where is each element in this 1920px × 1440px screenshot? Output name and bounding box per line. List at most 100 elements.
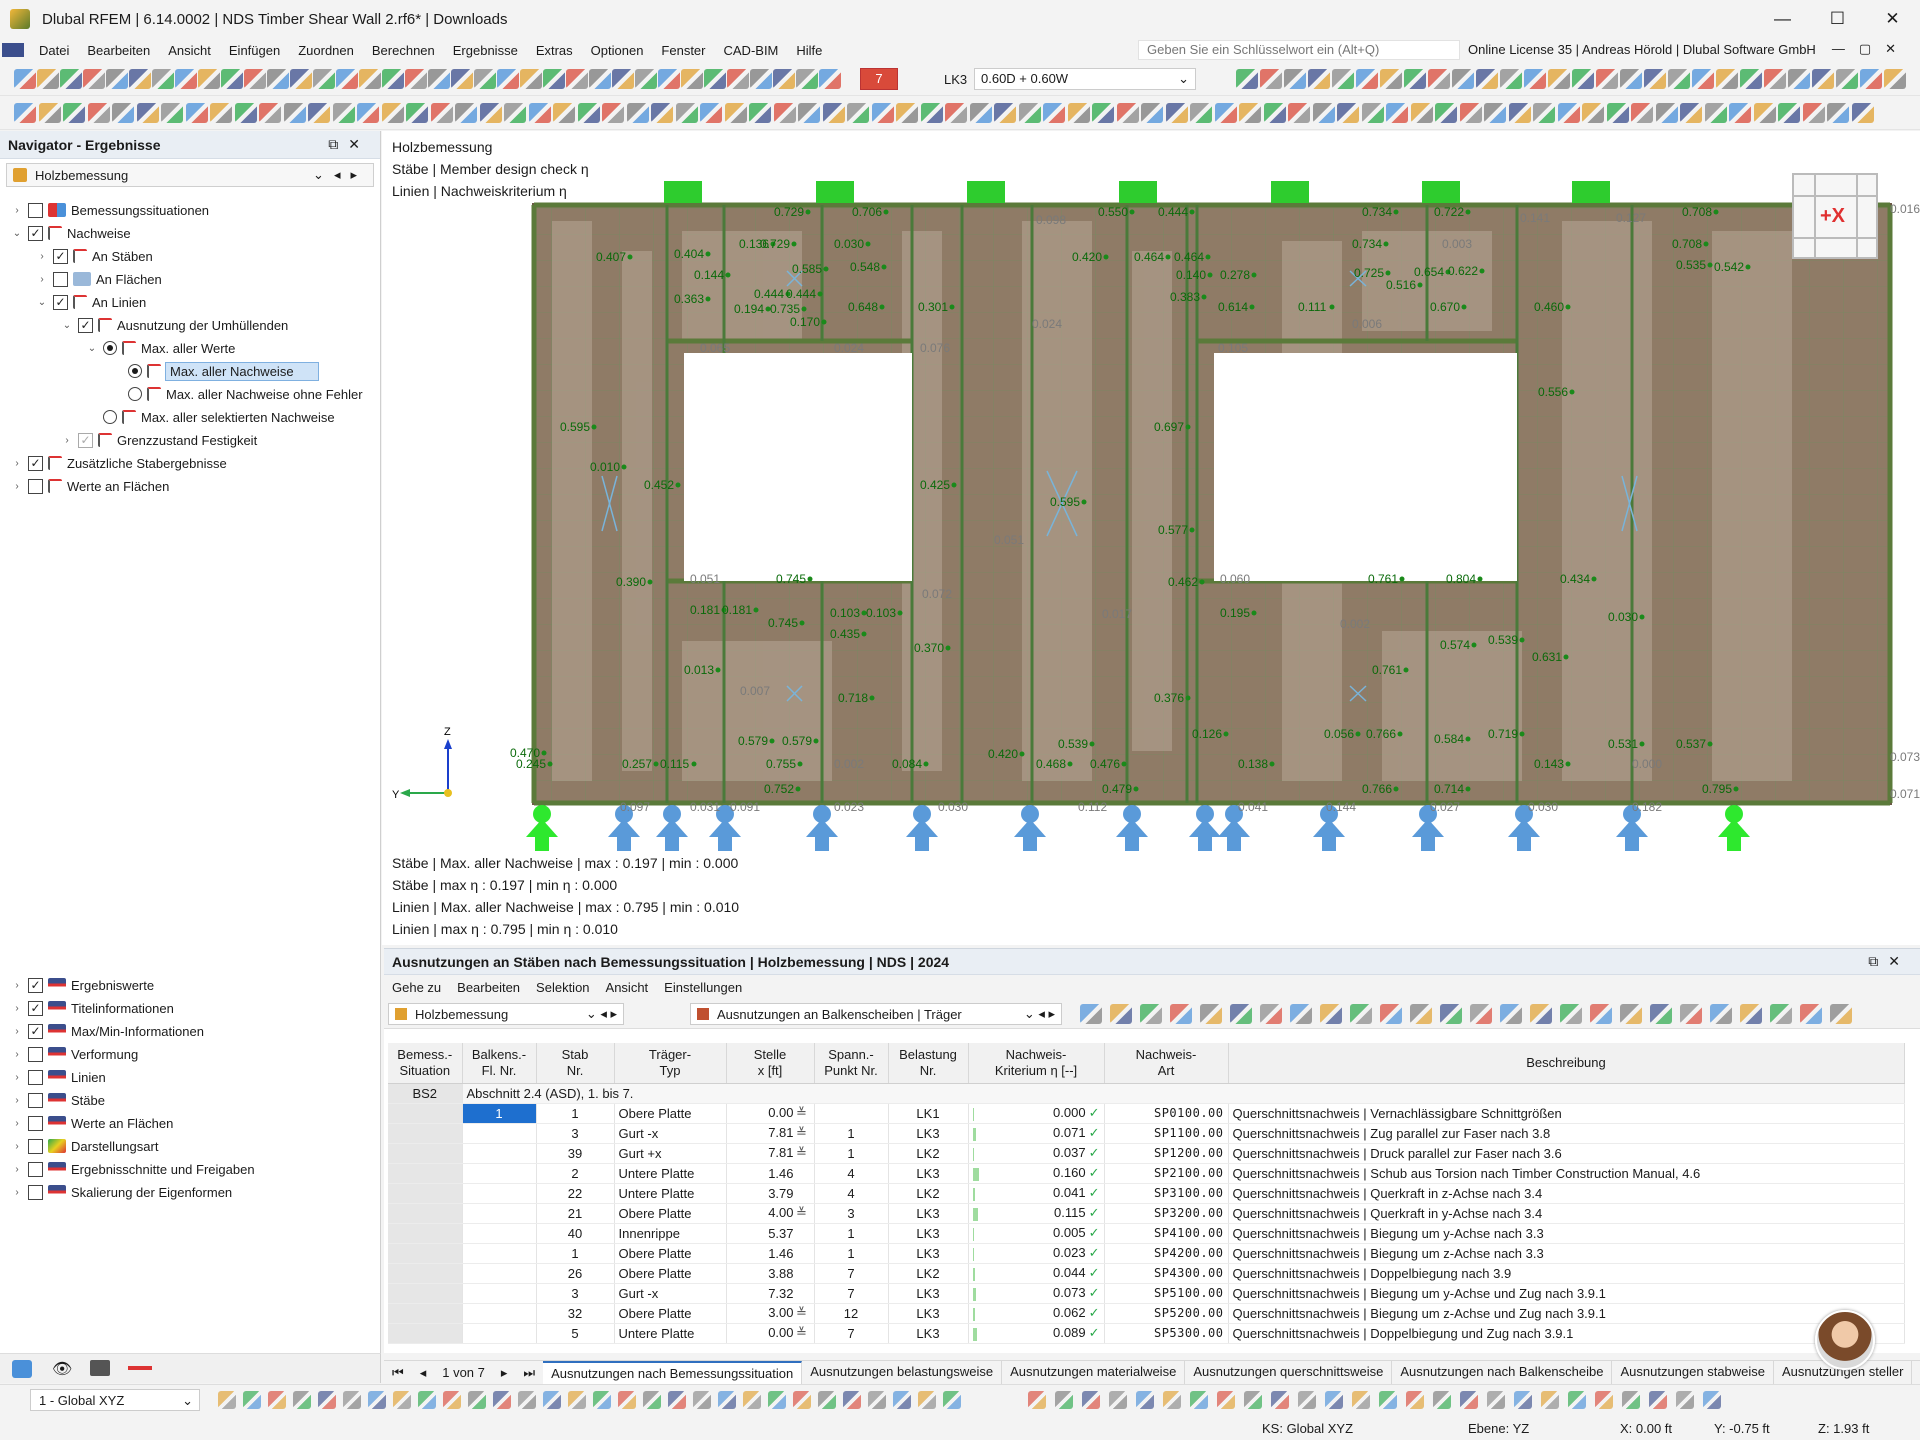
tb2-button-54-icon[interactable]: [1312, 103, 1335, 123]
tb2-button-31-icon[interactable]: [749, 103, 771, 123]
tb2-button-38-icon[interactable]: [920, 103, 943, 123]
stress-point-cell[interactable]: 1: [814, 1223, 889, 1244]
checkbox[interactable]: [28, 478, 43, 494]
location-cell[interactable]: 1.46: [726, 1243, 815, 1264]
tree-item[interactable]: ⌄ ✓ An Linien: [35, 291, 146, 313]
beam-type-cell[interactable]: Gurt +x: [614, 1143, 727, 1164]
criterion-cell[interactable]: 0.115 ✓: [968, 1203, 1105, 1224]
chevron-right-icon[interactable]: ›: [10, 458, 24, 469]
beam-panel-cell[interactable]: [462, 1283, 537, 1304]
tb1-right-button-4-icon[interactable]: [1308, 69, 1330, 89]
tb1-button-12-icon[interactable]: [267, 69, 289, 89]
maximize-button[interactable]: ☐: [1810, 0, 1865, 38]
status-tool-39-icon[interactable]: [1244, 1391, 1262, 1409]
tb2-button-34-icon[interactable]: [822, 103, 845, 123]
table-tool-20-icon[interactable]: [1650, 1004, 1672, 1024]
stress-point-cell[interactable]: 7: [814, 1263, 889, 1284]
checkbox[interactable]: [28, 1138, 43, 1154]
tb2-button-25-icon[interactable]: [602, 103, 624, 123]
stress-point-cell[interactable]: 4: [814, 1183, 889, 1204]
status-tool-26-icon[interactable]: [843, 1391, 861, 1409]
tb1-button-16-icon[interactable]: [359, 69, 381, 89]
stress-point-cell[interactable]: [814, 1103, 889, 1124]
checkbox[interactable]: [53, 271, 68, 287]
table-tool-6-icon[interactable]: [1230, 1004, 1252, 1024]
chevron-right-icon[interactable]: ›: [10, 1164, 24, 1175]
table-row[interactable]: 26 Obere Platte 3.88 7 LK2 0.044 ✓ SP4300.00 Que…: [388, 1263, 1905, 1284]
tb1-button-26-icon[interactable]: [589, 69, 611, 89]
tb2-button-36-icon[interactable]: [871, 103, 894, 123]
tb1-right-button-28-icon[interactable]: [1884, 69, 1906, 89]
menu-datei[interactable]: Datei: [30, 43, 78, 58]
table-tool-4-icon[interactable]: [1170, 1004, 1192, 1024]
stress-point-cell[interactable]: 1: [814, 1243, 889, 1264]
table-type-select[interactable]: Ausnutzungen an Balkenscheiben | Träger ⌄…: [690, 1003, 1062, 1025]
tb2-button-44-icon[interactable]: [1067, 103, 1090, 123]
beam-type-cell[interactable]: Untere Platte: [614, 1163, 727, 1184]
status-tool-52-icon[interactable]: [1595, 1391, 1613, 1409]
stress-point-cell[interactable]: 7: [814, 1323, 889, 1344]
menu-fenster[interactable]: Fenster: [652, 43, 714, 58]
tb2-button-71-icon[interactable]: [1729, 103, 1751, 123]
tb2-button-66-icon[interactable]: [1606, 103, 1629, 123]
combo-nav-arrows[interactable]: ⌄◂▸: [313, 167, 367, 183]
tb1-button-35-icon[interactable]: [796, 69, 818, 89]
tb2-button-69-icon[interactable]: [1680, 103, 1702, 123]
chevron-right-icon[interactable]: ›: [35, 274, 49, 285]
status-tool-54-icon[interactable]: [1649, 1391, 1667, 1409]
status-tool-7-icon[interactable]: [368, 1391, 386, 1409]
beam-type-cell[interactable]: Obere Platte: [614, 1263, 727, 1284]
member-cell[interactable]: 2: [536, 1163, 615, 1184]
tb1-right-button-21-icon[interactable]: [1716, 69, 1738, 89]
radio-button[interactable]: [103, 410, 117, 424]
beam-type-cell[interactable]: Gurt -x: [614, 1283, 727, 1304]
status-tool-13-icon[interactable]: [518, 1391, 536, 1409]
location-cell[interactable]: 3.00 ≚: [726, 1303, 815, 1324]
table-module-select[interactable]: Holzbemessung ⌄ ◂ ▸: [388, 1003, 624, 1025]
tb2-button-62-icon[interactable]: [1508, 103, 1531, 123]
beam-type-cell[interactable]: Obere Platte: [614, 1103, 727, 1124]
location-cell[interactable]: 7.81 ≚: [726, 1143, 815, 1164]
table-tool-13-icon[interactable]: [1440, 1004, 1462, 1024]
criterion-cell[interactable]: 0.071 ✓: [968, 1123, 1105, 1144]
chevron-right-icon[interactable]: ›: [10, 1118, 24, 1129]
checkbox[interactable]: [28, 1092, 43, 1108]
table-tab-1[interactable]: Ausnutzungen nach Bemessungssituation: [543, 1361, 803, 1384]
tb1-right-button-6-icon[interactable]: [1356, 69, 1378, 89]
beam-panel-cell[interactable]: [462, 1243, 537, 1264]
stress-point-cell[interactable]: 7: [814, 1283, 889, 1304]
criterion-cell[interactable]: 0.044 ✓: [968, 1263, 1105, 1284]
table-menu-selektion[interactable]: Selektion: [528, 980, 597, 995]
table-row[interactable]: 3 Gurt -x 7.32 7 LK3 0.073 ✓ SP5100.00 Querschni…: [388, 1283, 1905, 1304]
description-cell[interactable]: Querschnittsnachweis | Zug parallel zur …: [1228, 1123, 1905, 1144]
table-tool-1-icon[interactable]: [1080, 1004, 1102, 1024]
status-tool-45-icon[interactable]: [1406, 1391, 1424, 1409]
chevron-right-icon[interactable]: ›: [35, 251, 49, 262]
tb2-button-47-icon[interactable]: [1141, 103, 1163, 123]
chevron-right-icon[interactable]: ›: [10, 205, 24, 216]
tree-item[interactable]: › Bemessungssituationen: [10, 199, 209, 221]
status-tool-1-icon[interactable]: [218, 1391, 236, 1409]
chevron-down-icon[interactable]: ⌄: [35, 297, 49, 308]
table-menu-ansicht[interactable]: Ansicht: [598, 980, 657, 995]
status-tool-9-icon[interactable]: [418, 1391, 436, 1409]
stress-point-cell[interactable]: 12: [814, 1303, 889, 1324]
menu-cad-bim[interactable]: CAD-BIM: [715, 43, 788, 58]
tb1-right-button-11-icon[interactable]: [1476, 69, 1498, 89]
tb2-button-5-icon[interactable]: [112, 103, 134, 123]
description-cell[interactable]: Querschnittsnachweis | Biegung um y-Achs…: [1228, 1223, 1905, 1244]
column-header[interactable]: Belastung Nr.: [888, 1043, 969, 1084]
chevron-right-icon[interactable]: ›: [10, 1049, 24, 1060]
table-tool-26-icon[interactable]: [1830, 1004, 1852, 1024]
member-cell[interactable]: 5: [536, 1323, 615, 1344]
design-check-type-cell[interactable]: SP0100.00: [1104, 1103, 1229, 1124]
table-tool-14-icon[interactable]: [1470, 1004, 1492, 1024]
description-cell[interactable]: Querschnittsnachweis | Doppelbiegung und…: [1228, 1323, 1905, 1344]
criterion-cell[interactable]: 0.062 ✓: [968, 1303, 1105, 1324]
status-tool-47-icon[interactable]: [1460, 1391, 1478, 1409]
status-tool-5-icon[interactable]: [318, 1391, 336, 1409]
member-cell[interactable]: 1: [536, 1103, 615, 1124]
description-cell[interactable]: Querschnittsnachweis | Biegung um y-Achs…: [1228, 1283, 1905, 1304]
close-button[interactable]: ✕: [1865, 0, 1920, 38]
criterion-cell[interactable]: 0.005 ✓: [968, 1223, 1105, 1244]
